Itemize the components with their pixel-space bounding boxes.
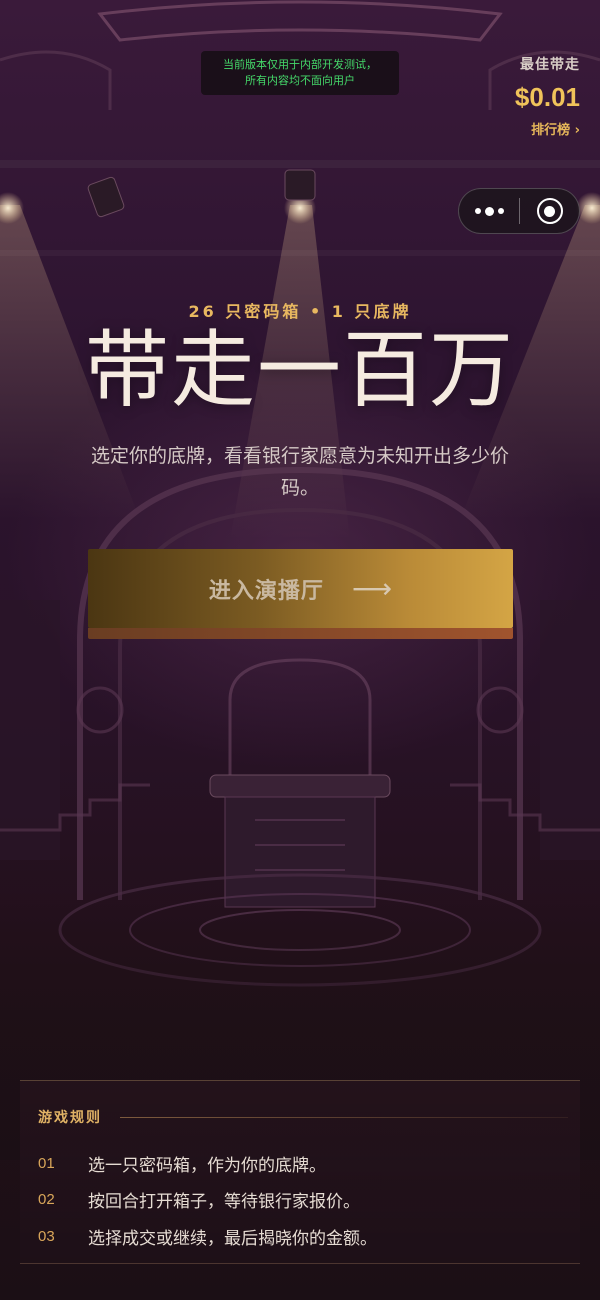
rule-number: 02: [38, 1191, 55, 1208]
dev-notice-line1: 当前版本仅用于内部开发测试，: [223, 58, 377, 71]
rule-number: 01: [38, 1155, 55, 1172]
rules-panel: 游戏规则 01 选一只密码箱，作为你的底牌。 02 按回合打开箱子，等待银行家报…: [20, 1080, 580, 1264]
page-title: 带走一百万: [84, 321, 515, 419]
rule-text: 选择成交或继续，最后揭晓你的金额。: [88, 1229, 377, 1249]
leaderboard-link[interactable]: 排行榜 ›: [515, 119, 580, 138]
rule-item: 03 选择成交或继续，最后揭晓你的金额。: [38, 1224, 377, 1249]
rules-divider: [120, 1116, 568, 1118]
dev-notice-line2: 所有内容均不面向用户: [245, 74, 355, 87]
more-dots-icon[interactable]: [459, 189, 519, 233]
rule-item: 02 按回合打开箱子，等待银行家报价。: [38, 1187, 360, 1212]
hero-description: 选定你的底牌，看看银行家愿意为未知开出多少价码。: [90, 445, 509, 499]
miniprogram-capsule: [458, 188, 580, 234]
hero-subtitle: 26 只密码箱 • 1 只底牌: [188, 302, 412, 321]
rules-header: 游戏规则: [38, 1107, 568, 1127]
rules-title: 游戏规则: [38, 1110, 102, 1126]
enter-studio-button[interactable]: 进入演播厅 ⟶: [88, 549, 513, 639]
target-close-icon[interactable]: [520, 189, 579, 233]
rule-text: 按回合打开箱子，等待银行家报价。: [88, 1192, 360, 1212]
enter-studio-button-face[interactable]: 进入演播厅 ⟶: [88, 549, 513, 628]
enter-studio-label: 进入演播厅: [208, 578, 324, 604]
dev-notice-banner: 当前版本仅用于内部开发测试， 所有内容均不面向用户: [201, 51, 399, 95]
arrow-right-icon: ⟶: [351, 571, 393, 605]
rule-number: 03: [38, 1228, 55, 1245]
enter-studio-button-base: [88, 628, 513, 639]
best-score-value: $0.01: [514, 82, 580, 112]
best-score-label: 最佳带走: [520, 57, 580, 73]
best-score-panel: 最佳带走 $0.01 排行榜 ›: [515, 54, 580, 138]
rule-item: 01 选一只密码箱，作为你的底牌。: [38, 1151, 326, 1176]
rule-text: 选一只密码箱，作为你的底牌。: [88, 1156, 326, 1176]
